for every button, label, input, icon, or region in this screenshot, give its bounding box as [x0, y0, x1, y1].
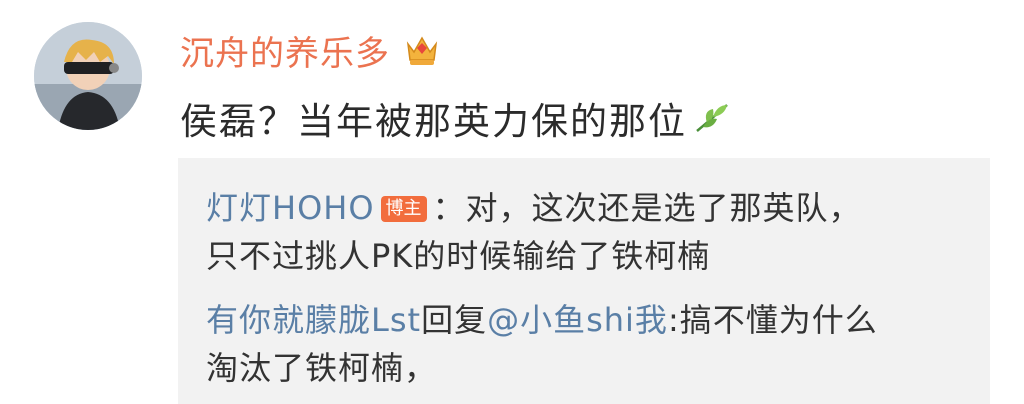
replies-panel: 灯灯HOHO 博主 ：对，这次还是选了那英队， 只不过挑人PK的时候输给了铁柯楠 有…	[178, 158, 990, 404]
comment-body: 侯磊？当年被那英力保的那位	[180, 100, 687, 143]
mention-link[interactable]: @小鱼shi我	[487, 301, 668, 339]
reply-author[interactable]: 灯灯HOHO	[206, 189, 375, 227]
reply-text-line2: 只不过挑人PK的时候输给了铁柯楠	[206, 237, 711, 275]
avatar[interactable]	[34, 22, 142, 130]
reply-text-line1: :搞不懂为什么	[667, 301, 878, 339]
crown-icon	[402, 30, 442, 70]
comment-text: 侯磊？当年被那英力保的那位	[180, 88, 731, 148]
reply-item: 有你就朦胧Lst回复@小鱼shi我:搞不懂为什么 淘汰了铁柯楠，	[206, 296, 976, 392]
reply-author[interactable]: 有你就朦胧Lst	[206, 301, 421, 339]
author-badge: 博主	[380, 196, 427, 222]
reply-text-line1: 对，这次还是选了那英队，	[465, 189, 862, 227]
reply-separator: ：	[432, 189, 466, 227]
reply-text-line2: 淘汰了铁柯楠，	[206, 349, 438, 387]
reply-word: 回复	[421, 301, 488, 339]
reply-item: 灯灯HOHO 博主 ：对，这次还是选了那英队， 只不过挑人PK的时候输给了铁柯楠	[206, 184, 976, 280]
comment-header: 沉舟的养乐多	[180, 22, 442, 78]
leaf-icon	[693, 101, 731, 135]
username[interactable]: 沉舟的养乐多	[180, 26, 390, 75]
